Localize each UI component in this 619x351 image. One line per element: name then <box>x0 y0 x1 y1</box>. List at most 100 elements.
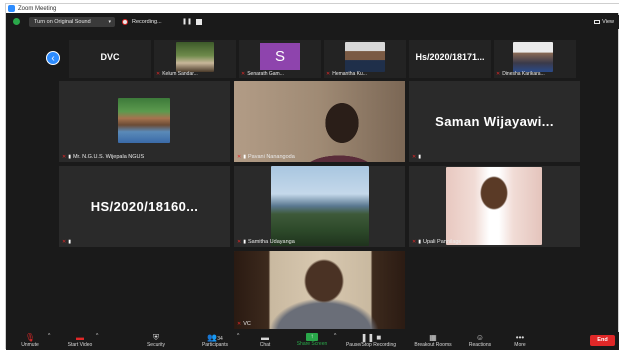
strip-tile-dinesha[interactable]: ✕ Dinesha Karikara... <box>494 40 576 78</box>
video-tile-saman[interactable]: Saman Wijayawi... ✕ ▮ <box>408 80 581 163</box>
strip-tile-dvc[interactable]: DVC <box>69 40 151 78</box>
strip-tile-senarath[interactable]: S ✕ Senarath Gam... <box>239 40 321 78</box>
chat-icon: ▬ <box>261 333 269 342</box>
participant-name-text: DVC <box>100 52 120 62</box>
participant-photo <box>118 98 170 143</box>
muted-mic-icon: ✕ <box>496 71 501 77</box>
participant-footer: ✕ ▮ Upali Pannilage <box>412 239 462 245</box>
breakout-rooms-button[interactable]: ▦ Breakout Rooms <box>410 332 456 350</box>
muted-mic-icon: ✕ <box>412 154 417 160</box>
zoom-logo-icon <box>8 5 15 12</box>
participant-footer: ✕ ▮ <box>412 154 423 160</box>
participant-name: Samitha Udayanga <box>247 239 295 245</box>
strip-tile-hs-2020-18171[interactable]: Hs/2020/18171... <box>409 40 491 78</box>
share-screen-icon: ↑ <box>306 333 318 341</box>
share-screen-button[interactable]: ↑ Share Screen ^ <box>292 332 336 350</box>
video-tile-upali[interactable]: ✕ ▮ Upali Pannilage <box>408 165 581 248</box>
muted-mic-icon: ✕ <box>237 239 242 245</box>
shield-icon: ⛨ <box>153 333 159 342</box>
participant-avatar: S <box>260 43 300 70</box>
video-tile-wijepala[interactable]: ✕ ▮ Mr. N.G.U.S. Wijepala NGUS <box>58 80 231 163</box>
pause-stop-recording-button[interactable]: ❚❚ ■ Pause/Stop Recording <box>339 332 403 350</box>
original-sound-button[interactable]: Turn on Original Sound ▾ <box>29 17 115 27</box>
view-label: View <box>602 19 614 25</box>
video-tile-samitha[interactable]: ✕ ▮ Samitha Udayanga <box>233 165 406 248</box>
participant-name: VC <box>243 321 251 327</box>
end-meeting-button[interactable]: End <box>590 335 615 346</box>
muted-mic-icon: ✕ <box>326 71 331 77</box>
original-sound-label: Turn on Original Sound <box>34 19 91 25</box>
participant-strip: ‹ DVC ✕ Kelum Sandar... S ✕ Senarath Gam..… <box>6 34 619 78</box>
start-video-button[interactable]: ▬ Start Video ^ <box>58 332 102 350</box>
share-screen-label: Share Screen <box>296 341 328 347</box>
muted-mic-icon: ✕ <box>412 239 417 245</box>
more-button[interactable]: ••• More <box>508 332 532 350</box>
previous-page-icon[interactable]: ‹ <box>46 51 60 65</box>
participant-photo <box>513 42 553 72</box>
chevron-up-icon[interactable]: ^ <box>237 333 239 339</box>
participant-photo <box>271 166 369 246</box>
muted-mic-icon: ✕ <box>156 71 161 77</box>
encryption-shield-icon[interactable] <box>13 18 20 25</box>
view-button[interactable]: View <box>594 17 614 27</box>
recording-controls-label: Pause/Stop Recording <box>345 342 397 348</box>
strip-tile-kelum[interactable]: ✕ Kelum Sandar... <box>154 40 236 78</box>
participant-footer: ✕ VC <box>237 321 251 327</box>
participants-label: Participants <box>201 342 229 348</box>
stop-recording-icon[interactable] <box>196 19 202 25</box>
chat-label: Chat <box>259 342 271 348</box>
muted-mic-icon: 🎙 <box>24 333 36 342</box>
recording-status: Recording... <box>132 19 162 25</box>
meeting-toolbar: 🎙 Unmute ^ ▬ Start Video ^ ⛨ Security 👥3… <box>6 332 619 350</box>
chevron-down-icon[interactable]: ▾ <box>108 17 111 27</box>
pause-recording-icon[interactable]: ❚❚ <box>182 17 192 27</box>
start-video-label: Start Video <box>67 342 93 348</box>
mic-icon: ▮ <box>68 154 71 160</box>
participant-name: Senarath Gam... <box>247 71 284 77</box>
participant-footer: ✕ Senarath Gam... <box>241 71 284 77</box>
more-dots-icon: ••• <box>515 333 525 342</box>
participant-footer: ✕ ▮ Samitha Udayanga <box>237 239 295 245</box>
unmute-label: Unmute <box>21 342 39 348</box>
window-title: Zoom Meeting <box>18 5 57 12</box>
view-grid-icon <box>594 19 601 24</box>
strip-tile-hemantha[interactable]: ✕ Hemantha Ku... <box>324 40 406 78</box>
participant-name: Kelum Sandar... <box>162 71 198 77</box>
video-tile-vc[interactable]: ✕ VC <box>233 250 406 330</box>
security-button[interactable]: ⛨ Security <box>141 332 171 350</box>
participant-name: Upali Pannilage <box>422 239 462 245</box>
participant-photo <box>446 167 542 245</box>
participant-footer: ✕ ▮ Mr. N.G.U.S. Wijepala NGUS <box>62 154 144 160</box>
chevron-up-icon[interactable]: ^ <box>96 333 98 339</box>
unmute-button[interactable]: 🎙 Unmute ^ <box>14 332 50 350</box>
security-label: Security <box>146 342 166 348</box>
title-bar: Zoom Meeting <box>6 4 619 13</box>
video-tile-pavani[interactable]: ✕ ▮ Pavani Nanangoda <box>233 80 406 163</box>
breakout-rooms-label: Breakout Rooms <box>414 342 452 348</box>
more-label: More <box>514 342 526 348</box>
muted-mic-icon: ✕ <box>62 239 67 245</box>
participant-footer: ✕ Hemantha Ku... <box>326 71 367 77</box>
muted-mic-icon: ✕ <box>241 71 246 77</box>
chevron-up-icon[interactable]: ^ <box>48 333 50 339</box>
participants-icon: 👥34 <box>207 333 223 342</box>
chevron-up-icon[interactable]: ^ <box>334 333 336 339</box>
video-tile-hs-2020-18160[interactable]: HS/2020/18160... ✕ ▮ <box>58 165 231 248</box>
muted-mic-icon: ✕ <box>237 321 242 327</box>
reactions-label: Reactions <box>468 342 492 348</box>
mic-icon: ▮ <box>418 154 421 160</box>
chat-button[interactable]: ▬ Chat <box>254 332 276 350</box>
zoom-meeting-window: Zoom Meeting Turn on Original Sound ▾ Re… <box>5 3 619 350</box>
muted-mic-icon: ✕ <box>62 154 67 160</box>
participant-name: Dinesha Karikara... <box>502 71 545 77</box>
smiley-icon: ☺ <box>475 333 485 342</box>
participants-button[interactable]: 👥34 Participants ^ <box>195 332 239 350</box>
meeting-top-bar: Turn on Original Sound ▾ Recording... ❚❚… <box>6 15 619 29</box>
participant-photo <box>345 42 385 72</box>
participant-video <box>234 81 405 162</box>
reactions-button[interactable]: ☺ Reactions <box>464 332 496 350</box>
mic-icon: ▮ <box>418 239 421 245</box>
participant-name-text: Hs/2020/18171... <box>415 52 485 62</box>
participant-footer: ✕ Kelum Sandar... <box>156 71 198 77</box>
participant-footer: ✕ Dinesha Karikara... <box>496 71 545 77</box>
